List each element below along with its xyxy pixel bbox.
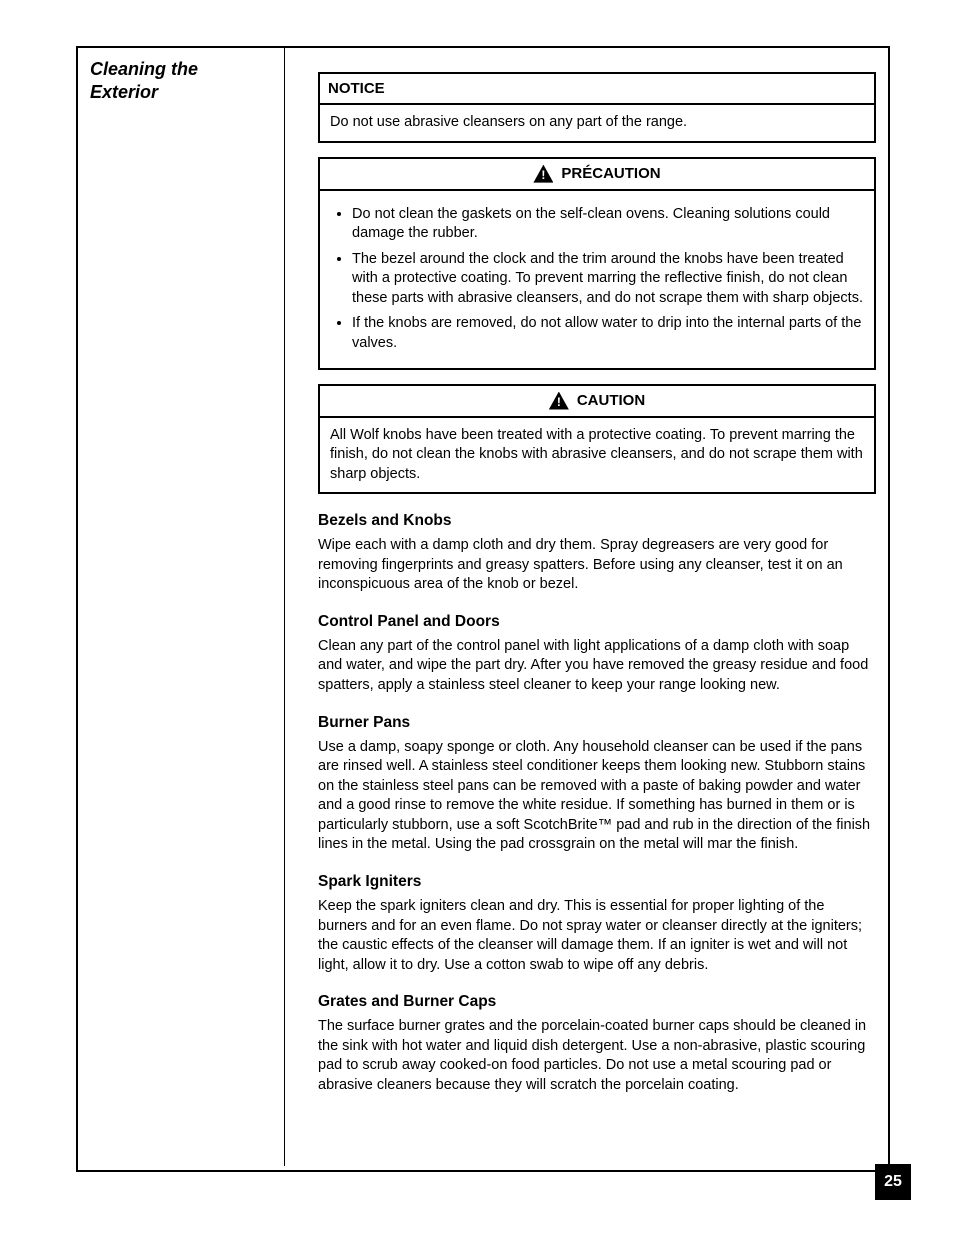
caution-body: All Wolf knobs have been treated with a … [320,418,874,493]
precaution-label: PRÉCAUTION [561,165,660,182]
sidebar-title-line2: Exterior [90,82,158,102]
section-heading: Spark Igniters [318,873,876,891]
notice-box: NOTICE Do not use abrasive cleansers on … [318,72,876,143]
section-heading: Control Panel and Doors [318,613,876,631]
notice-label: NOTICE [328,80,385,97]
precaution-head: PRÉCAUTION [320,159,874,191]
column-divider [284,46,285,1166]
caution-box: CAUTION All Wolf knobs have been treated… [318,384,876,495]
precaution-box: PRÉCAUTION Do not clean the gaskets on t… [318,157,876,370]
page-number: 25 [875,1164,911,1200]
sidebar: Cleaning the Exterior [76,46,284,1166]
caution-head: CAUTION [320,386,874,418]
section-paragraph: Keep the spark igniters clean and dry. T… [318,897,876,975]
precaution-body: Do not clean the gaskets on the self-cle… [320,191,874,368]
section-paragraph: Wipe each with a damp cloth and dry them… [318,536,876,595]
page: Cleaning the Exterior NOTICE Do not use … [0,0,954,1235]
sidebar-title-line1: Cleaning the [90,59,198,79]
section-paragraph: Clean any part of the control panel with… [318,637,876,696]
section-heading: Burner Pans [318,714,876,732]
caution-label: CAUTION [577,392,645,409]
main-content: NOTICE Do not use abrasive cleansers on … [296,58,876,1101]
sidebar-title: Cleaning the Exterior [90,58,274,103]
list-item: The bezel around the clock and the trim … [352,250,864,309]
section-heading: Grates and Burner Caps [318,993,876,1011]
section-paragraph: Use a damp, soapy sponge or cloth. Any h… [318,738,876,855]
notice-head: NOTICE [320,74,874,105]
section-heading: Bezels and Knobs [318,512,876,530]
list-item: Do not clean the gaskets on the self-cle… [352,205,864,244]
warning-icon [533,165,553,183]
list-item: If the knobs are removed, do not allow w… [352,314,864,353]
section-paragraph: The surface burner grates and the porcel… [318,1017,876,1095]
notice-body: Do not use abrasive cleansers on any par… [320,105,874,141]
warning-icon [549,392,569,410]
precaution-bullets: Do not clean the gaskets on the self-cle… [352,205,864,354]
